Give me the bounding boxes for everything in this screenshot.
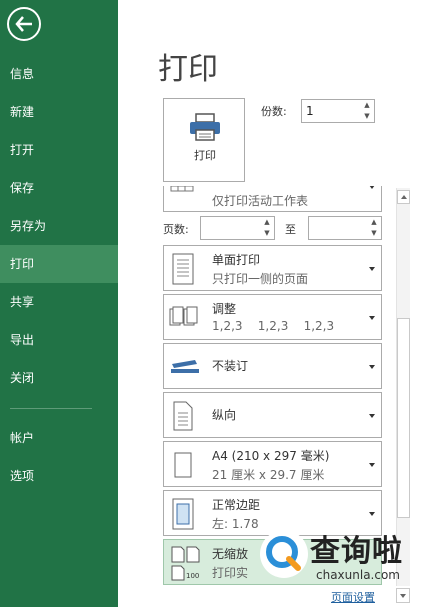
back-arrow-icon [15,16,32,32]
print-scope-dropdown[interactable]: 仅打印活动工作表 [163,186,382,212]
printer-icon [190,113,220,141]
sidebar-item-options[interactable]: 选项 [0,457,118,495]
paper-size-subtitle: 21 厘米 x 29.7 厘米 [212,468,325,482]
sidebar-item-share[interactable]: 共享 [0,283,118,321]
copies-value: 1 [306,104,314,118]
sidebar-item-open[interactable]: 打开 [0,131,118,169]
chevron-down-icon [369,316,375,320]
pages-to-up-icon[interactable]: ▲ [367,217,381,228]
print-scope-subtitle: 仅打印活动工作表 [212,194,309,208]
staple-dropdown[interactable]: 不装订 [163,343,382,389]
margins-subtitle: 左: 1.78 [212,517,259,531]
chevron-down-icon [369,414,375,418]
collate-title: 调整 [212,302,237,316]
sidebar-item-save[interactable]: 保存 [0,169,118,207]
paper-size-title: A4 (210 x 297 毫米) [212,449,330,463]
scroll-down-icon[interactable] [396,588,410,603]
scroll-up-icon[interactable] [397,190,410,204]
search-logo-icon [260,530,308,578]
paper-size-dropdown[interactable]: A4 (210 x 297 毫米) 21 厘米 x 29.7 厘米 [163,441,382,487]
collate-icon [169,306,198,326]
pages-to-label: 至 [285,223,296,236]
sidebar: 信息 新建 打开 保存 另存为 打印 共享 导出 关闭 帐户 选项 [0,0,118,607]
print-backstage: 信息 新建 打开 保存 另存为 打印 共享 导出 关闭 帐户 选项 打印 打印 … [0,0,432,607]
no-scaling-icon: 100 [171,546,200,581]
scroll-thumb[interactable] [397,318,410,518]
pages-to-down-icon[interactable]: ▼ [367,228,381,239]
collate-dropdown[interactable]: 调整 1,2,3 1,2,3 1,2,3 [163,294,382,340]
sidebar-item-close[interactable]: 关闭 [0,359,118,397]
chevron-down-icon [369,186,375,189]
copies-up-icon[interactable]: ▲ [360,100,374,111]
pages-to-input[interactable]: ▲ ▼ [308,216,382,240]
staple-title: 不装订 [212,359,249,373]
svg-text:100: 100 [186,572,199,580]
back-button[interactable] [7,7,41,41]
chevron-down-icon [369,365,375,369]
scaling-subtitle: 打印实 [212,566,249,580]
pages-from-input[interactable]: ▲ ▼ [200,216,275,240]
pages-from-down-icon[interactable]: ▼ [260,228,274,239]
portrait-icon [173,401,193,431]
chevron-down-icon [369,463,375,467]
watermark-url: chaxunla.com [316,568,400,582]
collate-subtitle: 1,2,3 1,2,3 1,2,3 [212,319,335,333]
copies-input[interactable]: 1 ▲ ▼ [301,99,375,123]
sidebar-item-save-as[interactable]: 另存为 [0,207,118,245]
sidebar-item-new[interactable]: 新建 [0,93,118,131]
orientation-dropdown[interactable]: 纵向 [163,392,382,438]
pages-label: 页数: [163,223,189,236]
sidebar-item-export[interactable]: 导出 [0,321,118,359]
copies-down-icon[interactable]: ▼ [360,111,374,122]
page-title: 打印 [158,52,218,87]
sidebar-item-account[interactable]: 帐户 [0,419,118,457]
sheet-icon [170,186,194,192]
margins-icon [172,498,194,530]
sides-subtitle: 只打印一侧的页面 [212,272,309,286]
stapler-icon [171,360,199,373]
orientation-title: 纵向 [212,408,237,422]
sides-title: 单面打印 [212,253,261,267]
sides-dropdown[interactable]: 单面打印 只打印一侧的页面 [163,245,382,291]
sidebar-divider [10,408,92,409]
copies-label: 份数: [261,105,287,118]
watermark: 查询啦 chaxunla.com [258,526,428,586]
scaling-title: 无缩放 [212,547,249,561]
print-button-label: 打印 [194,149,216,162]
sidebar-item-info[interactable]: 信息 [0,55,118,93]
pages-from-up-icon[interactable]: ▲ [260,217,274,228]
chevron-down-icon [369,267,375,271]
watermark-text: 查询啦 [310,534,403,569]
sidebar-item-print[interactable]: 打印 [0,245,118,283]
margins-title: 正常边距 [212,498,261,512]
print-button[interactable]: 打印 [163,98,245,182]
chevron-down-icon [369,512,375,516]
paper-icon [174,452,192,478]
single-sided-icon [172,253,194,285]
page-setup-link[interactable]: 页面设置 [331,589,375,605]
